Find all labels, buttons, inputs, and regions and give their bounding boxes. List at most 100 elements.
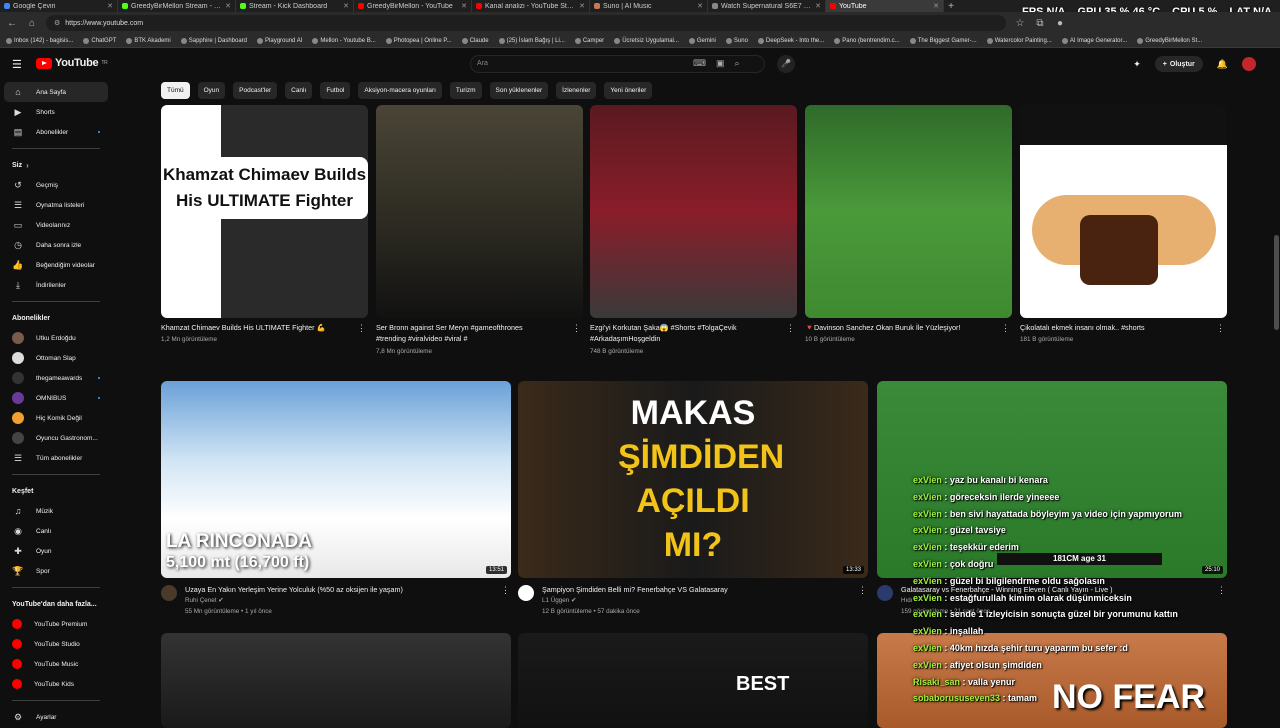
bookmark-item[interactable]: DeepSeek - Into the... — [757, 37, 824, 44]
video-title[interactable]: Şampiyon Şimdiden Belli mi? Fenerbahçe V… — [542, 584, 852, 595]
search-icon[interactable]: ⌕ — [735, 58, 740, 69]
browser-tab[interactable]: GreedyBirMellon - YouTube ✕ — [354, 0, 472, 12]
extension-icon[interactable]: ✦ — [1133, 59, 1141, 70]
site-info-icon[interactable]: ⚙ — [54, 19, 60, 27]
url-field[interactable]: ⚙ https://www.youtube.com — [46, 15, 1006, 31]
sidebar-item[interactable]: YouTube Music — [0, 654, 112, 674]
bell-icon[interactable]: 🔔 — [1217, 59, 1228, 70]
bookmark-item[interactable]: ChatGPT — [83, 37, 116, 44]
filter-chip[interactable]: Futbol — [320, 82, 351, 99]
bookmark-item[interactable]: Watercolor Painting... — [986, 37, 1052, 44]
sidebar-subscription[interactable]: thegameawards — [0, 368, 112, 388]
filter-chip[interactable]: Turizm — [449, 82, 482, 99]
bookmark-item[interactable]: Pano (bentrendim.c... — [834, 37, 900, 44]
filter-chip[interactable]: Aksiyon-macera oyunları — [358, 82, 442, 99]
video-title[interactable]: 🔻Davinson Sanchez Okan Buruk İle Yüzleşi… — [805, 322, 1000, 333]
filter-chip[interactable]: Canlı — [285, 82, 313, 99]
shorts-thumbnail[interactable] — [376, 105, 583, 318]
voice-search-icon[interactable]: 🎤 — [777, 55, 795, 73]
filter-chip[interactable]: Tümü — [161, 82, 190, 99]
channel-name[interactable]: Ruhi Çenet ✔ — [185, 596, 224, 606]
shorts-card[interactable]: 🔻Davinson Sanchez Okan Buruk İle Yüzleşi… — [805, 105, 1013, 355]
bookmark-item[interactable]: (25) İslam Bağış | Li... — [498, 37, 565, 44]
browser-tab[interactable]: Suno | AI Music ✕ — [590, 0, 708, 12]
video-title[interactable]: Ezgi'yi Korkutan Şaka😱 #Shorts #TolgaÇev… — [590, 322, 785, 333]
profile-icon[interactable]: ● — [1054, 18, 1066, 29]
filter-chip[interactable]: Oyun — [197, 82, 226, 99]
shorts-card[interactable]: Ezgi'yi Korkutan Şaka😱 #Shorts #TolgaÇev… — [590, 105, 798, 355]
sidebar-item[interactable]: ▶ Shorts — [0, 102, 112, 122]
video-title[interactable]: Uzaya En Yakın Yerleşim Yerine Yolculuk … — [185, 584, 495, 595]
new-tab-button[interactable]: + — [944, 1, 958, 12]
channel-avatar[interactable] — [518, 585, 534, 601]
tab-close-icon[interactable]: ✕ — [697, 2, 703, 10]
sidebar-item[interactable]: YouTube Kids — [0, 674, 112, 694]
sidebar-item-settings[interactable]: ⚙ Ayarlar — [0, 707, 112, 727]
more-options-icon[interactable]: ⋮ — [572, 323, 581, 334]
filter-chip[interactable]: İzlenenler — [556, 82, 597, 99]
channel-name[interactable]: Hıdı — [901, 596, 913, 606]
translate-icon[interactable]: ⌨ — [693, 58, 706, 69]
bookmark-item[interactable]: GreedyBirMellon St... — [1137, 37, 1202, 44]
shorts-thumbnail[interactable]: Khamzat Chimaev Builds His ULTIMATE Fight… — [161, 105, 368, 318]
bookmark-item[interactable]: Claude — [461, 37, 489, 44]
shorts-card[interactable]: Çikolatalı ekmek insanı olmak.. #shorts 1… — [1020, 105, 1228, 355]
back-icon[interactable]: ← — [6, 18, 18, 29]
sidebar-subscription[interactable]: ☰ Tüm abonelikler — [0, 448, 112, 468]
bookmark-item[interactable]: Sapphire | Dashboard — [180, 37, 247, 44]
video-card[interactable]: MAKAS ŞİMDİDEN AÇILDI MI? 13:33 Şampiyon Şim… — [518, 381, 868, 621]
video-title-line2[interactable]: #ArkadaşımHoşgeldin — [590, 333, 785, 344]
browser-tab[interactable]: Kanal analizi - YouTube Studio ✕ — [472, 0, 590, 12]
sidebar-subscription[interactable]: Oyuncu Gastronom... — [0, 428, 112, 448]
bookmark-item[interactable]: Playground AI — [257, 37, 302, 44]
bookmark-item[interactable]: Camper — [574, 37, 604, 44]
tab-close-icon[interactable]: ✕ — [343, 2, 349, 10]
bookmark-item[interactable]: Suno — [725, 37, 748, 44]
sidebar-item[interactable]: ✚ Oyun — [0, 541, 112, 561]
video-title-line2[interactable]: #trending #viralvideo #viral # — [376, 333, 571, 344]
sidebar-item[interactable]: 👍 Beğendiğim videolar — [0, 255, 112, 275]
shorts-thumbnail[interactable] — [805, 105, 1012, 318]
more-options-icon[interactable]: ⋮ — [1001, 323, 1010, 334]
extensions-icon[interactable]: ⧉ — [1034, 18, 1046, 29]
sidebar-subscription[interactable]: Hiç Komik Değil — [0, 408, 112, 428]
sidebar-item[interactable]: ☰ Oynatma listeleri — [0, 195, 112, 215]
more-options-icon[interactable]: ⋮ — [786, 323, 795, 334]
tab-close-icon[interactable]: ✕ — [933, 2, 939, 10]
sidebar-item[interactable]: ↺ Geçmiş — [0, 175, 112, 195]
tab-close-icon[interactable]: ✕ — [579, 2, 585, 10]
shorts-card[interactable]: Khamzat Chimaev Builds His ULTIMATE Fight… — [161, 105, 369, 355]
browser-tab[interactable]: GreedyBirMellon Stream - Watch✕ — [118, 0, 236, 12]
browser-tab[interactable]: Stream - Kick Dashboard ✕ — [236, 0, 354, 12]
bookmark-item[interactable]: Ücretsiz Uygulamal... — [614, 37, 679, 44]
sidebar-item[interactable]: ▤ Abonelikler — [0, 122, 112, 142]
more-options-icon[interactable]: ⋮ — [501, 585, 510, 596]
scrollbar[interactable] — [1272, 80, 1280, 720]
video-thumbnail[interactable]: MAKAS ŞİMDİDEN AÇILDI MI? 13:33 — [518, 381, 868, 578]
tab-close-icon[interactable]: ✕ — [815, 2, 821, 10]
video-thumbnail[interactable]: LA RINCONADA 5,100 mt (16,700 ft) 13:51 — [161, 381, 511, 578]
scrollbar-thumb[interactable] — [1274, 235, 1279, 330]
bookmark-star-icon[interactable]: ☆ — [1014, 18, 1026, 29]
sidebar-item[interactable]: YouTube Premium — [0, 614, 112, 634]
bookmark-item[interactable]: Mellon - Youtube B... — [312, 37, 376, 44]
filter-chip[interactable]: Podcast'ler — [233, 82, 278, 99]
shorts-thumbnail[interactable] — [590, 105, 797, 318]
bookmark-item[interactable]: Gemini — [688, 37, 716, 44]
bookmark-item[interactable]: AI Image Generator... — [1061, 37, 1127, 44]
browser-tab[interactable]: YouTube ✕ — [826, 0, 944, 12]
sidebar-item[interactable]: ⌂ Ana Sayfa — [4, 82, 108, 102]
more-options-icon[interactable]: ⋮ — [858, 585, 867, 596]
create-button[interactable]: + Oluştur — [1154, 56, 1203, 72]
shorts-thumbnail[interactable] — [1020, 105, 1227, 318]
channel-avatar[interactable] — [877, 585, 893, 601]
tab-close-icon[interactable]: ✕ — [461, 2, 467, 10]
bookmark-item[interactable]: Inbox (142) - bagisis... — [6, 37, 73, 44]
screen-icon[interactable]: ▣ — [716, 58, 725, 69]
shorts-card[interactable]: Ser Bronn against Ser Meryn #gameofthron… — [376, 105, 584, 355]
sidebar-item[interactable]: ◉ Canlı — [0, 521, 112, 541]
sidebar-item[interactable]: ▭ Videolarınız — [0, 215, 112, 235]
filter-chip[interactable]: Son yüklenenler — [489, 82, 549, 99]
sidebar-item[interactable]: ♫ Müzik — [0, 501, 112, 521]
filter-chip[interactable]: Yeni öneriler — [604, 82, 653, 99]
